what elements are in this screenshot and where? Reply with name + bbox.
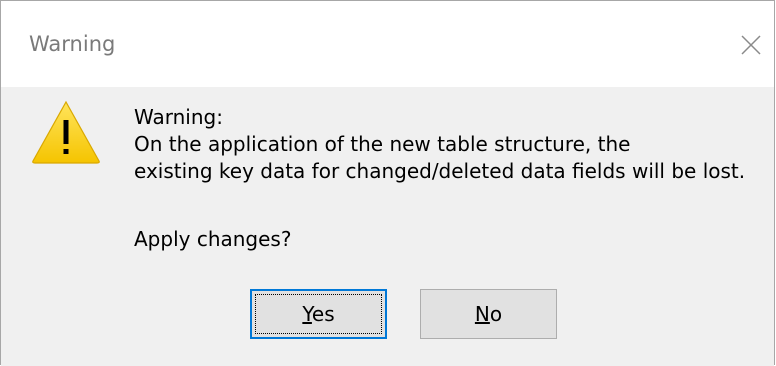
yes-button[interactable]: Yes: [250, 289, 387, 339]
yes-button-label: Yes: [302, 302, 335, 326]
title-bar: Warning: [1, 1, 774, 87]
dialog-content: Warning: On the application of the new t…: [1, 87, 774, 366]
message-text-line: On the application of the new table stru…: [134, 132, 631, 156]
warning-dialog: Warning Warning: On the application of t…: [0, 0, 775, 366]
no-button-label: No: [474, 302, 503, 326]
message-heading: Warning:: [134, 105, 223, 129]
warning-icon: [32, 100, 100, 164]
no-button[interactable]: No: [420, 289, 557, 339]
close-icon: [741, 35, 761, 55]
message-question: Apply changes?: [134, 227, 292, 251]
close-button[interactable]: [729, 23, 773, 67]
window-title: Warning: [29, 32, 116, 56]
message-text-line: existing key data for changed/deleted da…: [134, 159, 746, 183]
